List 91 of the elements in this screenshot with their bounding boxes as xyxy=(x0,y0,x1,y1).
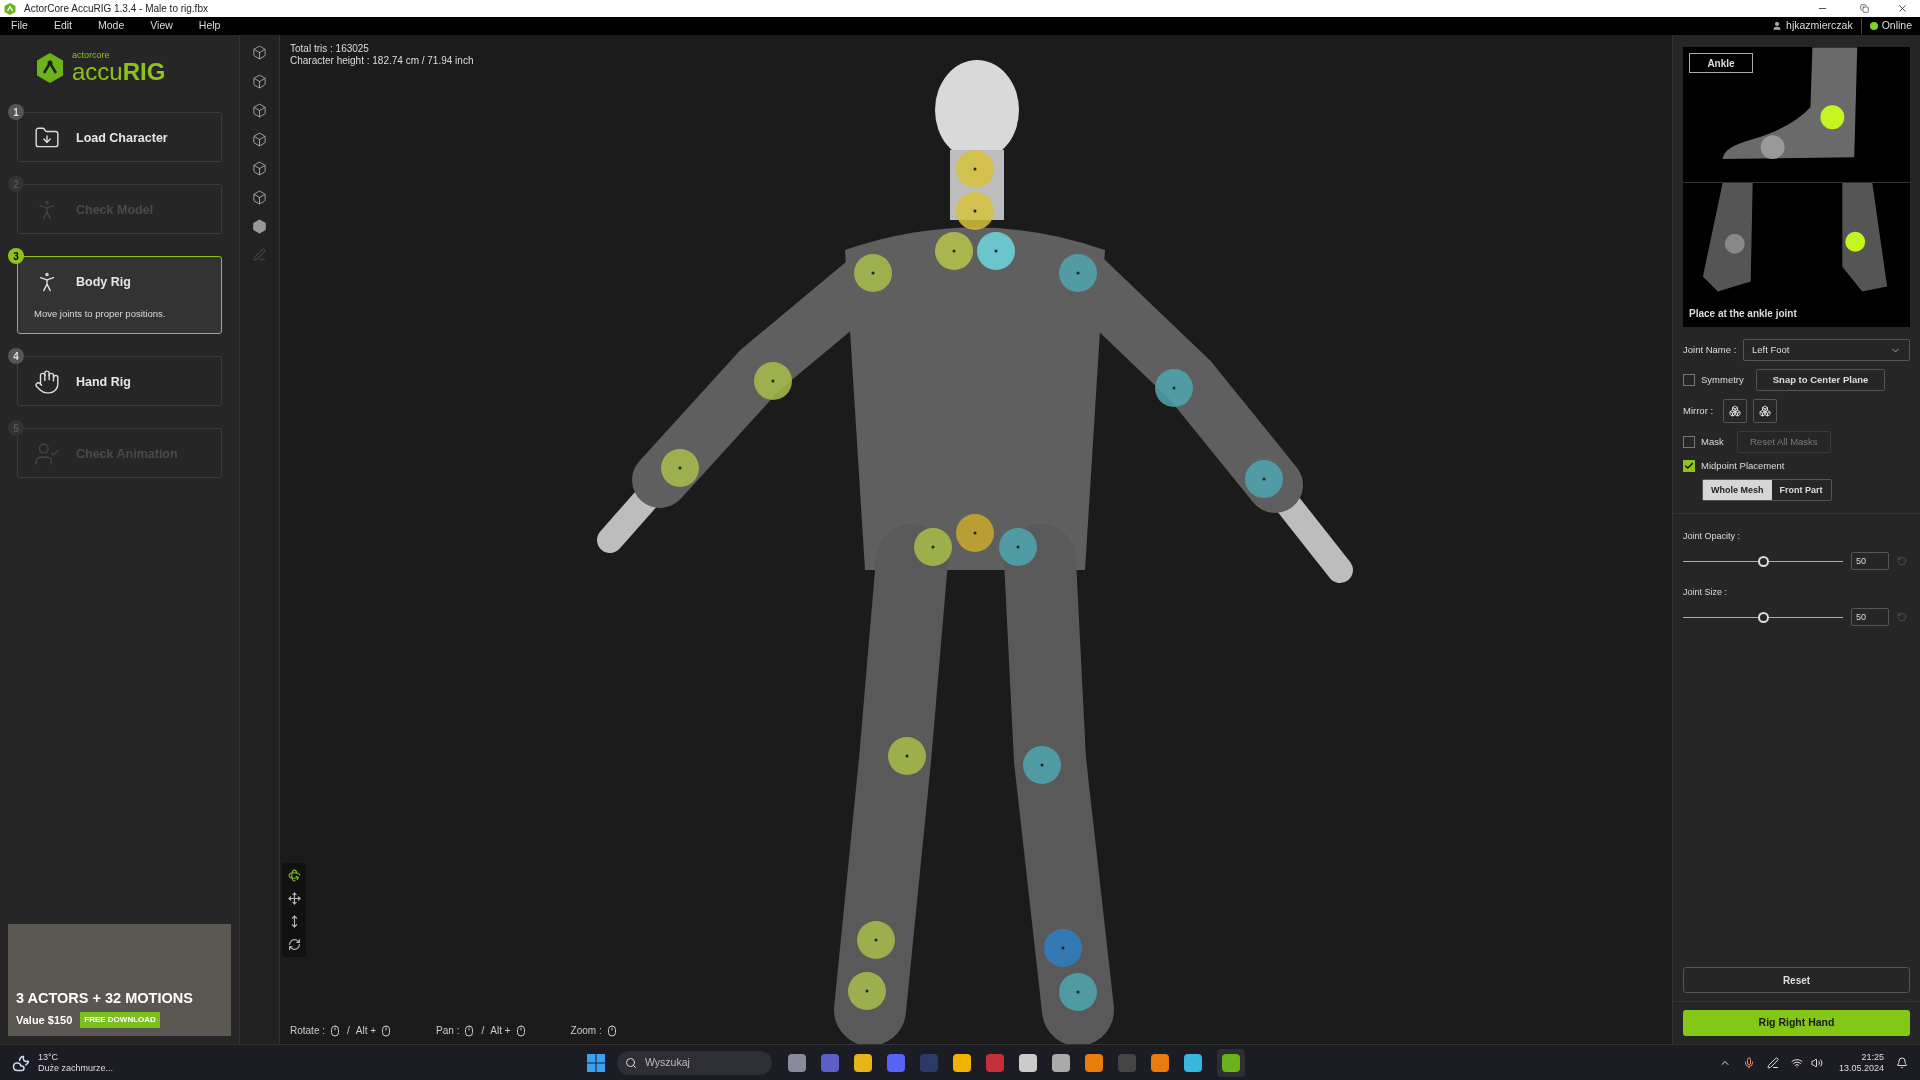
logo-subtitle: actorcore xyxy=(72,51,111,60)
taskbar-app-icon[interactable] xyxy=(788,1053,806,1072)
promo-headline: 3 ACTORS + 32 MOTIONS xyxy=(16,988,194,1008)
joint-name-label: Joint Name : xyxy=(1683,342,1738,357)
reference-title: Ankle xyxy=(1689,53,1753,73)
rig-right-hand-button[interactable]: Rig Right Hand xyxy=(1683,1010,1910,1036)
logo-hexagon-icon xyxy=(36,52,64,83)
wireframe-cube-icon[interactable] xyxy=(252,45,267,60)
viewport-stat: Character height : 182.74 cm / 71.94 inch xyxy=(290,55,474,67)
step-card[interactable]: Load Character xyxy=(17,112,222,162)
mouse-icon xyxy=(514,1024,527,1037)
mirror-label: Mirror : xyxy=(1683,403,1714,418)
taskbar-app-icon[interactable] xyxy=(1052,1053,1070,1072)
reference-caption: Place at the ankle joint xyxy=(1689,307,1798,321)
joint-name-dropdown[interactable]: Left Foot xyxy=(1743,339,1910,361)
promo-banner[interactable]: 3 ACTORS + 32 MOTIONS Value $150 FREE DOWNLOAD xyxy=(8,924,231,1036)
mouse-icon xyxy=(380,1024,393,1037)
close-icon[interactable] xyxy=(1897,3,1908,14)
step-number-badge: 4 xyxy=(8,348,24,365)
taskbar-search-field[interactable]: Wyszukaj xyxy=(617,1050,772,1075)
taskbar-app-icon[interactable] xyxy=(1184,1053,1202,1072)
weather-temperature: 13°C xyxy=(38,1051,60,1063)
midpoint-placement-label: Midpoint Placement xyxy=(1701,459,1785,473)
hint-separator: / xyxy=(481,1024,485,1038)
taskbar-app-icon[interactable] xyxy=(1217,1048,1245,1077)
menu-item[interactable]: Edit xyxy=(53,18,72,34)
mouse-icon xyxy=(463,1024,476,1037)
placement-option-tab[interactable]: Whole Mesh xyxy=(1703,480,1772,501)
weather-description: Duże zachmurze... xyxy=(38,1062,114,1074)
menu-item[interactable]: Mode xyxy=(98,18,125,34)
move-icon[interactable] xyxy=(287,892,301,905)
promo-price: Value $150 xyxy=(16,1012,73,1028)
taskbar-app-icon[interactable] xyxy=(1151,1053,1169,1072)
slider-value-field[interactable]: 50 xyxy=(1851,608,1889,627)
step-number-badge: 3 xyxy=(8,248,24,264)
wireframe-cube-icon[interactable] xyxy=(252,103,267,118)
reset-button[interactable]: Reset xyxy=(1683,967,1910,993)
menu-item[interactable]: View xyxy=(150,18,173,34)
wireframe-cube-icon[interactable] xyxy=(252,161,267,176)
wireframe-cube-icon[interactable] xyxy=(252,132,267,147)
solid-cube-icon[interactable] xyxy=(252,219,267,234)
wireframe-cube-icon[interactable] xyxy=(252,74,267,89)
slider-thumb[interactable] xyxy=(1758,555,1769,567)
online-status: Online xyxy=(1881,18,1912,34)
clock-date[interactable]: 13.05.2024 xyxy=(1838,1062,1884,1074)
user-icon xyxy=(1772,21,1783,31)
weather-icon xyxy=(12,1053,30,1072)
hint-label: Pan : xyxy=(436,1024,460,1038)
slider-label: Joint Size : xyxy=(1683,587,1728,598)
search-icon xyxy=(625,1056,637,1069)
mouse-icon xyxy=(605,1024,618,1037)
start-button-icon[interactable] xyxy=(587,1053,605,1072)
hint-label: Rotate : xyxy=(290,1024,326,1038)
slider-value-field[interactable]: 50 xyxy=(1851,552,1889,571)
logo-wordmark: accuRIG xyxy=(72,60,166,84)
hint-separator: / xyxy=(347,1024,350,1038)
taskbar-app-icon[interactable] xyxy=(854,1053,872,1072)
hint-label: Zoom : xyxy=(570,1024,602,1038)
placement-option-tab[interactable]: Front Part xyxy=(1771,480,1831,501)
restore-icon[interactable] xyxy=(1860,4,1869,13)
checkbox[interactable] xyxy=(1683,374,1695,386)
microphone-icon[interactable] xyxy=(1742,1056,1755,1069)
menu-item[interactable]: File xyxy=(11,18,28,34)
refresh-icon[interactable] xyxy=(287,938,301,951)
rotate-icon[interactable] xyxy=(287,869,301,882)
slider-label: Joint Opacity : xyxy=(1683,531,1741,542)
snap-to-center-button[interactable]: Snap to Center Plane xyxy=(1755,369,1886,391)
mirror-left-button[interactable] xyxy=(1723,399,1748,423)
symmetry-label: Symmetry xyxy=(1701,372,1744,387)
hand-pointer-icon xyxy=(34,369,60,396)
taskbar-app-icon[interactable] xyxy=(953,1053,971,1072)
menu-item[interactable]: Help xyxy=(198,18,221,34)
window-title: ActorCore AccuRIG 1.3.4 - Male to rig.fbx xyxy=(24,2,208,16)
viewport-stat: Total tris : 163025 xyxy=(290,43,370,55)
wifi-icon[interactable] xyxy=(1790,1056,1803,1069)
mouse-icon xyxy=(329,1024,342,1037)
step-number-badge: 1 xyxy=(8,104,24,120)
username[interactable]: hjkazmierczak xyxy=(1786,18,1862,34)
slider-thumb[interactable] xyxy=(1758,611,1769,623)
checkbox[interactable] xyxy=(1683,436,1695,448)
checkbox[interactable] xyxy=(1683,460,1695,473)
taskbar-app-icon[interactable] xyxy=(1085,1053,1103,1072)
notification-bell-icon[interactable] xyxy=(1896,1056,1908,1069)
hint-modifier: Alt + xyxy=(355,1024,377,1038)
volume-icon[interactable] xyxy=(1810,1056,1823,1069)
clock-time[interactable]: 21:25 xyxy=(1861,1051,1884,1063)
mask-label: Mask xyxy=(1701,434,1725,449)
wireframe-cube-icon[interactable] xyxy=(252,190,267,205)
mirror-right-button[interactable] xyxy=(1753,399,1778,423)
taskbar-app-icon[interactable] xyxy=(1019,1053,1037,1072)
hint-modifier: Alt + xyxy=(490,1024,511,1038)
